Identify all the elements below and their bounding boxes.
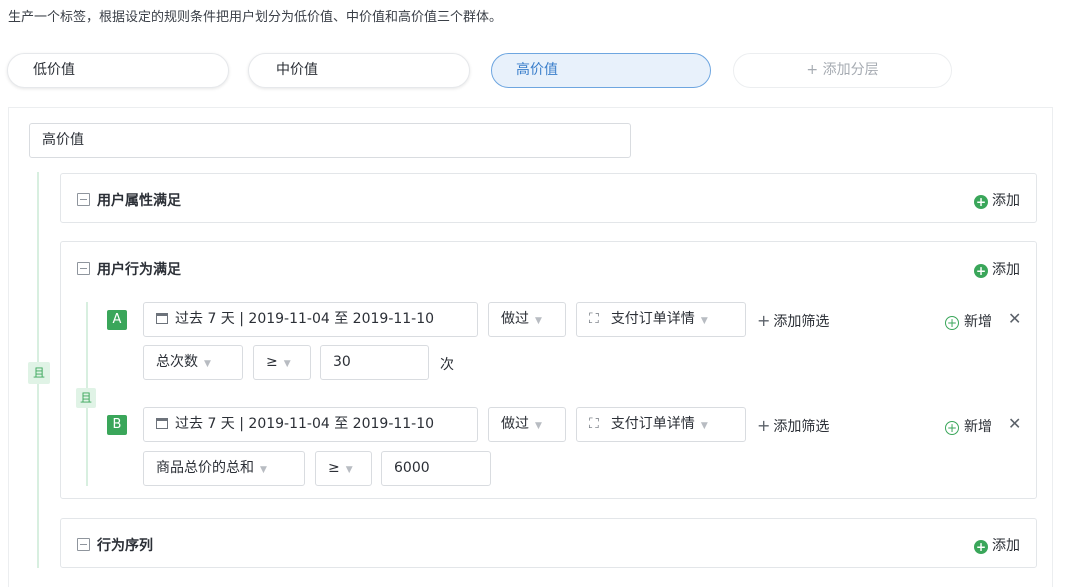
plus-icon: + [757,311,771,330]
chevron-down-icon: ▼ [204,359,211,369]
rule-b-new-button[interactable]: + 新增 [945,416,992,436]
rule-b-date-range[interactable]: 过去 7 天 | 2019-11-04 至 2019-11-10 [143,407,478,442]
group-attributes-title: 用户属性满足 [97,193,181,209]
plus-circle-icon: + [974,264,988,278]
rule-a-unit: 次 [440,357,454,373]
add-behavior-label: 添加 [992,262,1020,278]
plus-circle-outline-icon: + [945,421,959,435]
rule-a-date-text: 过去 7 天 | 2019-11-04 至 2019-11-10 [175,311,435,327]
group-behavior-sequence [60,518,1037,568]
rule-b-date-text: 过去 7 天 | 2019-11-04 至 2019-11-10 [175,416,435,432]
rule-a-operator-select[interactable]: ≥ ▼ [253,345,311,380]
chevron-down-icon: ▼ [283,359,291,369]
collapse-sequence-icon[interactable] [77,538,90,551]
collapse-behavior-icon[interactable] [77,262,90,275]
rule-b-close-icon[interactable]: ✕ [1008,414,1021,433]
rule-a-event-select[interactable]: ⛶ 支付订单详情 ▼ [576,302,746,337]
rule-a-close-icon[interactable]: ✕ [1008,309,1021,328]
chevron-down-icon: ▼ [535,316,542,326]
chevron-down-icon: ▼ [700,421,708,431]
rule-a-operator-text: ≥ [266,354,278,370]
rule-a-event-text: 支付订单详情 [610,311,695,327]
chevron-down-icon: ▼ [700,316,708,326]
rule-a-new-label: 新增 [964,314,992,330]
rule-b-add-filter-label: 添加筛选 [773,419,830,435]
rule-a-action-select[interactable]: 做过 ▼ [488,302,566,337]
plus-icon: + [757,416,771,435]
calendar-icon [156,313,168,324]
rule-b-action-text: 做过 [501,416,529,432]
tier-tab-high[interactable]: 高价值 [491,53,711,88]
rule-b-add-filter[interactable]: + 添加筛选 [757,416,829,436]
plus-circle-icon: + [974,540,988,554]
rule-a-badge: A [107,310,127,330]
calendar-icon [156,418,168,429]
rule-b-metric-select[interactable]: 商品总价的总和 ▼ [143,451,305,486]
group-sequence-title: 行为序列 [97,538,153,554]
plus-circle-outline-icon: + [945,316,959,330]
add-attribute-label: 添加 [992,193,1020,209]
rule-a-action-text: 做过 [501,311,529,327]
collapse-attributes-icon[interactable] [77,193,90,206]
rule-a-add-filter[interactable]: + 添加筛选 [757,311,829,331]
add-sequence-button[interactable]: + 添加 [974,535,1020,555]
chevron-down-icon: ▼ [345,465,353,475]
rule-b-operator-text: ≥ [328,460,340,476]
rule-b-value-input[interactable]: 6000 [381,451,491,486]
tier-tab-low[interactable]: 低价值 [7,53,229,88]
rule-a-metric-text: 总次数 [156,354,198,370]
rule-a-add-filter-label: 添加筛选 [773,314,830,330]
inner-and-tag[interactable]: 且 [76,388,96,408]
rule-b-metric-text: 商品总价的总和 [156,460,254,476]
add-behavior-button[interactable]: + 添加 [974,259,1020,279]
intro-text: 生产一个标签，根据设定的规则条件把用户划分为低价值、中价值和高价值三个群体。 [8,10,503,25]
rule-b-badge: B [107,415,127,435]
tier-tab-mid-label: 中价值 [276,62,318,78]
event-scan-icon: ⛶ [589,416,599,432]
rule-b-new-label: 新增 [964,419,992,435]
add-tier-label: + 添加分层 [806,62,879,78]
rule-b-event-text: 支付订单详情 [610,416,695,432]
rule-b-event-select[interactable]: ⛶ 支付订单详情 ▼ [576,407,746,442]
tier-name-input[interactable]: 高价值 [29,123,631,158]
group-behavior-title: 用户行为满足 [97,262,181,278]
tier-tab-high-label: 高价值 [516,62,558,78]
rule-b-action-select[interactable]: 做过 ▼ [488,407,566,442]
group-user-attributes [60,173,1037,223]
outer-and-tag[interactable]: 且 [28,362,50,384]
rule-a-date-range[interactable]: 过去 7 天 | 2019-11-04 至 2019-11-10 [143,302,478,337]
tier-tab-mid[interactable]: 中价值 [248,53,470,88]
chevron-down-icon: ▼ [260,465,267,475]
add-tier-button[interactable]: + 添加分层 [733,53,952,88]
rule-b-operator-select[interactable]: ≥ ▼ [315,451,372,486]
plus-circle-icon: + [974,195,988,209]
rule-a-metric-select[interactable]: 总次数 ▼ [143,345,243,380]
tier-tab-low-label: 低价值 [33,62,75,78]
rule-a-new-button[interactable]: + 新增 [945,311,992,331]
chevron-down-icon: ▼ [535,421,542,431]
add-attribute-button[interactable]: + 添加 [974,190,1020,210]
rule-a-value-input[interactable]: 30 [320,345,429,380]
add-sequence-label: 添加 [992,538,1020,554]
event-scan-icon: ⛶ [589,311,599,327]
